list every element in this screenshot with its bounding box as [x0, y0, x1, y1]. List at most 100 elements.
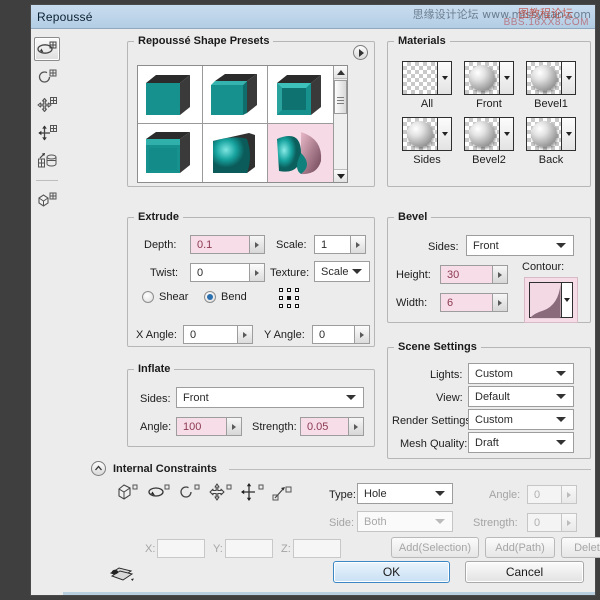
twist-stepper[interactable]: [249, 264, 264, 281]
bevel-height-stepper[interactable]: [492, 266, 507, 283]
material-back[interactable]: Back: [526, 117, 576, 166]
preset-item[interactable]: [268, 66, 333, 124]
constraint-x-label: X:: [145, 543, 155, 555]
collapse-toggle[interactable]: [91, 461, 106, 476]
panels-area: Repoussé Shape Presets: [63, 29, 595, 595]
extrude-title: Extrude: [134, 211, 183, 223]
rotate-3d-tool[interactable]: [34, 37, 60, 61]
depth-input[interactable]: 0.1: [190, 235, 265, 254]
view-select[interactable]: Default: [468, 386, 574, 407]
tool-strip: [31, 29, 63, 595]
preset-item[interactable]: [138, 124, 203, 182]
material-swatch[interactable]: [465, 118, 499, 150]
mesh-quality-select[interactable]: Draft: [468, 432, 574, 453]
dialog-titlebar[interactable]: Repoussé 思缘设计论坛 www.missyuan.com 图教程论坛 B…: [31, 5, 595, 29]
preset-thumbnail-list[interactable]: [137, 65, 348, 183]
roll-3d-tool[interactable]: [34, 65, 60, 89]
ok-button[interactable]: OK: [333, 561, 450, 583]
materials-title: Materials: [394, 35, 450, 47]
preset-item[interactable]: [138, 66, 203, 124]
constraint-rotate-tool[interactable]: [147, 481, 173, 508]
inflate-strength-input[interactable]: 0.05: [300, 417, 364, 436]
inflate-sides-select[interactable]: Front: [176, 387, 364, 408]
material-bevel2[interactable]: Bevel2: [464, 117, 514, 166]
constraint-scale-tool[interactable]: [271, 481, 297, 508]
scene-settings-group: Scene Settings Lights: Custom View: Defa…: [387, 341, 591, 459]
shear-label: Shear: [159, 291, 188, 303]
inflate-strength-stepper[interactable]: [348, 418, 363, 435]
constraint-type-select[interactable]: Hole: [357, 483, 453, 504]
view-label: View:: [436, 392, 463, 404]
depth-stepper[interactable]: [249, 236, 264, 253]
material-swatch[interactable]: [403, 118, 437, 150]
mesh-quality-label: Mesh Quality:: [400, 438, 467, 450]
material-all[interactable]: All: [402, 61, 452, 110]
material-swatch[interactable]: [465, 62, 499, 94]
material-dropdown-icon[interactable]: [561, 62, 575, 94]
render-settings-select[interactable]: Custom: [468, 409, 574, 430]
material-dropdown-icon[interactable]: [499, 118, 513, 150]
preset-item[interactable]: [268, 124, 333, 182]
anchor-grid-icon[interactable]: [278, 287, 302, 314]
bevel-sides-select[interactable]: Front: [466, 235, 574, 256]
contour-dropdown-icon[interactable]: [561, 283, 572, 317]
bevel-title: Bevel: [394, 211, 431, 223]
bevel-height-label: Height:: [396, 269, 431, 281]
chevron-down-icon: [435, 519, 445, 524]
bend-radio-dot[interactable]: [204, 291, 216, 303]
constraint-z-label: Z:: [281, 543, 291, 555]
scrollbar-thumb[interactable]: [334, 80, 347, 114]
x-angle-stepper[interactable]: [237, 326, 252, 343]
mesh-preview-icon[interactable]: [109, 563, 137, 588]
slide-3d-tool[interactable]: [34, 121, 60, 145]
constraint-select-tool[interactable]: [117, 481, 143, 508]
material-swatch[interactable]: [527, 62, 561, 94]
material-dropdown-icon[interactable]: [499, 62, 513, 94]
bevel-width-input[interactable]: 6: [440, 293, 508, 312]
scroll-up-icon[interactable]: [334, 66, 347, 79]
bend-radio[interactable]: Bend: [204, 291, 247, 303]
render-label: Render Settings:: [392, 415, 474, 427]
material-front[interactable]: Front: [464, 61, 514, 110]
bevel-sides-label: Sides:: [428, 241, 459, 253]
scroll-down-icon[interactable]: [334, 169, 347, 182]
material-label: Front: [464, 98, 514, 110]
shear-radio-dot[interactable]: [142, 291, 154, 303]
bevel-width-stepper[interactable]: [492, 294, 507, 311]
material-dropdown-icon[interactable]: [437, 62, 451, 94]
shear-radio[interactable]: Shear: [142, 291, 188, 303]
constraint-slide-tool[interactable]: [239, 481, 267, 508]
material-dropdown-icon[interactable]: [437, 118, 451, 150]
bevel-height-input[interactable]: 30: [440, 265, 508, 284]
contour-swatch[interactable]: [524, 277, 578, 323]
y-angle-stepper[interactable]: [354, 326, 369, 343]
y-angle-input[interactable]: 0: [312, 325, 370, 344]
constraint-strength-stepper: [561, 514, 576, 531]
cancel-button[interactable]: Cancel: [465, 561, 584, 583]
pan-3d-tool[interactable]: [34, 93, 60, 117]
preset-item[interactable]: [203, 66, 268, 124]
preset-item[interactable]: [203, 124, 268, 182]
chevron-down-icon: [556, 243, 566, 248]
scale-input[interactable]: 1: [314, 235, 366, 254]
constraint-pan-tool[interactable]: [207, 481, 235, 508]
preset-scrollbar[interactable]: [333, 66, 347, 182]
texture-select[interactable]: Scale: [314, 261, 370, 282]
preset-menu-button[interactable]: [353, 45, 368, 60]
lights-select[interactable]: Custom: [468, 363, 574, 384]
material-dropdown-icon[interactable]: [561, 118, 575, 150]
twist-input[interactable]: 0: [190, 263, 265, 282]
inflate-angle-input[interactable]: 100: [176, 417, 242, 436]
material-bevel1[interactable]: Bevel1: [526, 61, 576, 110]
scale-stepper[interactable]: [350, 236, 365, 253]
material-sides[interactable]: Sides: [402, 117, 452, 166]
inflate-angle-stepper[interactable]: [226, 418, 241, 435]
scale-3d-tool[interactable]: [34, 149, 60, 173]
mesh-3d-tool[interactable]: [34, 188, 60, 212]
material-swatch[interactable]: [527, 118, 561, 150]
material-swatch-none[interactable]: [403, 62, 437, 94]
scene-title: Scene Settings: [394, 341, 481, 353]
constraint-roll-tool[interactable]: [177, 481, 203, 508]
chevron-down-icon: [352, 269, 362, 274]
x-angle-input[interactable]: 0: [183, 325, 253, 344]
